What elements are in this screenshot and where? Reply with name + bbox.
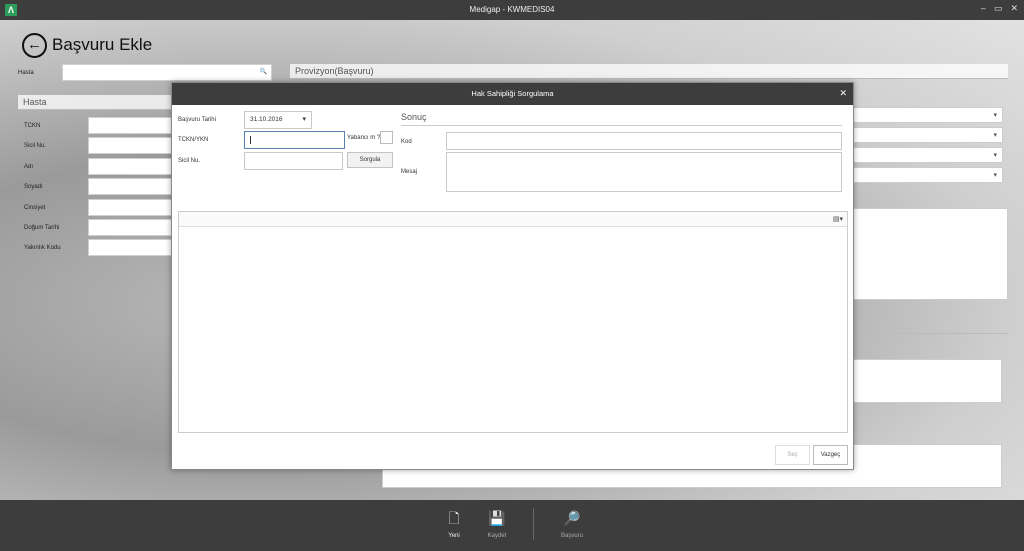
sec-button[interactable]: Seç	[775, 445, 810, 465]
minimize-icon[interactable]: –	[981, 3, 986, 14]
new-document-icon: 🗋	[448, 510, 460, 526]
divider	[856, 333, 1008, 334]
chevron-down-icon: ▾	[993, 112, 997, 119]
basvuru-tarihi-date-picker[interactable]: 31.10.2016 ▾	[244, 111, 312, 129]
save-icon: 💾	[488, 510, 506, 526]
yabanci-checkbox[interactable]	[380, 131, 393, 144]
chevron-down-icon: ▾	[993, 132, 997, 139]
chevron-down-icon[interactable]: ▾	[302, 115, 306, 123]
basvuru-label: Başvuru	[560, 533, 583, 539]
provizyon-dropdown-4[interactable]: ▾	[850, 167, 1003, 183]
yeni-button[interactable]: 🗋 Yeni	[434, 509, 474, 539]
soyadi-field[interactable]	[88, 178, 178, 195]
sicil-nu-label: Sicil Nu.	[178, 158, 201, 164]
cinsiyet-label: Cinsiyet	[24, 205, 46, 211]
tckn-label: TCKN	[24, 123, 41, 129]
basvuru-button[interactable]: 🔎 Başvuru	[552, 509, 592, 539]
sicil-nu-input[interactable]	[244, 152, 343, 170]
window-title: Medigap - KWMEDIS04	[469, 5, 555, 14]
hasta-section-title: Hasta	[18, 95, 178, 110]
grid-header: ▤▾	[179, 212, 847, 227]
restore-icon[interactable]: ▭	[994, 3, 1003, 14]
adi-field[interactable]	[88, 158, 178, 175]
back-arrow-icon[interactable]: ←	[22, 33, 47, 58]
provizyon-section-title: Provizyon(Başvuru)	[290, 64, 1008, 79]
yeni-label: Yeni	[448, 533, 460, 539]
grid-menu-icon[interactable]: ▤▾	[833, 215, 843, 223]
close-icon[interactable]: ✕	[1010, 3, 1018, 14]
results-grid[interactable]: ▤▾	[178, 211, 848, 433]
tckn-field[interactable]	[88, 117, 178, 134]
provizyon-notes-box[interactable]	[850, 208, 1008, 300]
sonuc-title: Sonuç	[401, 112, 842, 126]
sicil-label: Sicil Nu.	[24, 143, 47, 149]
chevron-down-icon: ▾	[993, 152, 997, 159]
sorgula-button[interactable]: Sorgula	[347, 152, 393, 168]
title-bar: Λ Medigap - KWMEDIS04 – ▭ ✕	[0, 0, 1024, 20]
cinsiyet-field[interactable]	[88, 199, 178, 216]
provizyon-dropdown-1[interactable]: ▾	[850, 107, 1003, 123]
yabanci-label: Yabancı m ?	[347, 135, 381, 141]
toolbar-divider	[533, 508, 534, 540]
kod-field[interactable]	[446, 132, 842, 150]
hasta-search-label: Hasta	[18, 70, 34, 76]
close-icon[interactable]: ✕	[839, 88, 847, 98]
provizyon-box-2[interactable]	[850, 359, 1002, 403]
kaydet-button[interactable]: 💾 Kaydet	[477, 509, 517, 539]
dogum-tarihi-label: Doğum Tarihi	[24, 225, 60, 231]
dialog-title: Hak Sahipliği Sorgulama	[172, 83, 853, 105]
basvuru-search-icon: 🔎	[563, 510, 581, 526]
sicil-field[interactable]	[88, 137, 178, 154]
text-cursor	[250, 136, 251, 144]
basvuru-tarihi-value: 31.10.2016	[250, 116, 283, 123]
basvuru-tarihi-label: Başvuru Tarihi	[178, 117, 216, 123]
provizyon-dropdown-3[interactable]: ▾	[850, 147, 1003, 163]
yakinlik-kodu-label: Yakınlık Kodu	[24, 245, 61, 251]
mesaj-field[interactable]	[446, 152, 842, 192]
tckn-ykn-input[interactable]	[244, 131, 345, 149]
kod-label: Kod	[401, 139, 412, 145]
tckn-ykn-label: TCKN/YKN	[178, 137, 209, 143]
dogum-tarihi-field[interactable]	[88, 219, 178, 236]
chevron-down-icon: ▾	[993, 172, 997, 179]
vazgec-button[interactable]: Vazgeç	[813, 445, 848, 465]
hasta-search-input[interactable]: 🔍	[62, 64, 272, 81]
hak-sahipligi-dialog: Hak Sahipliği Sorgulama ✕ Başvuru Tarihi…	[171, 82, 854, 470]
page-title: Başvuru Ekle	[52, 35, 153, 54]
mesaj-label: Mesaj	[401, 169, 418, 175]
provizyon-dropdown-2[interactable]: ▾	[850, 127, 1003, 143]
kaydet-label: Kaydet	[487, 533, 507, 539]
adi-label: Adı	[24, 164, 34, 170]
yakinlik-kodu-field[interactable]	[88, 239, 178, 256]
bottom-toolbar: 🗋 Yeni 💾 Kaydet 🔎 Başvuru	[0, 500, 1024, 551]
soyadi-label: Soyadı	[24, 184, 43, 190]
search-icon[interactable]: 🔍	[260, 68, 267, 75]
